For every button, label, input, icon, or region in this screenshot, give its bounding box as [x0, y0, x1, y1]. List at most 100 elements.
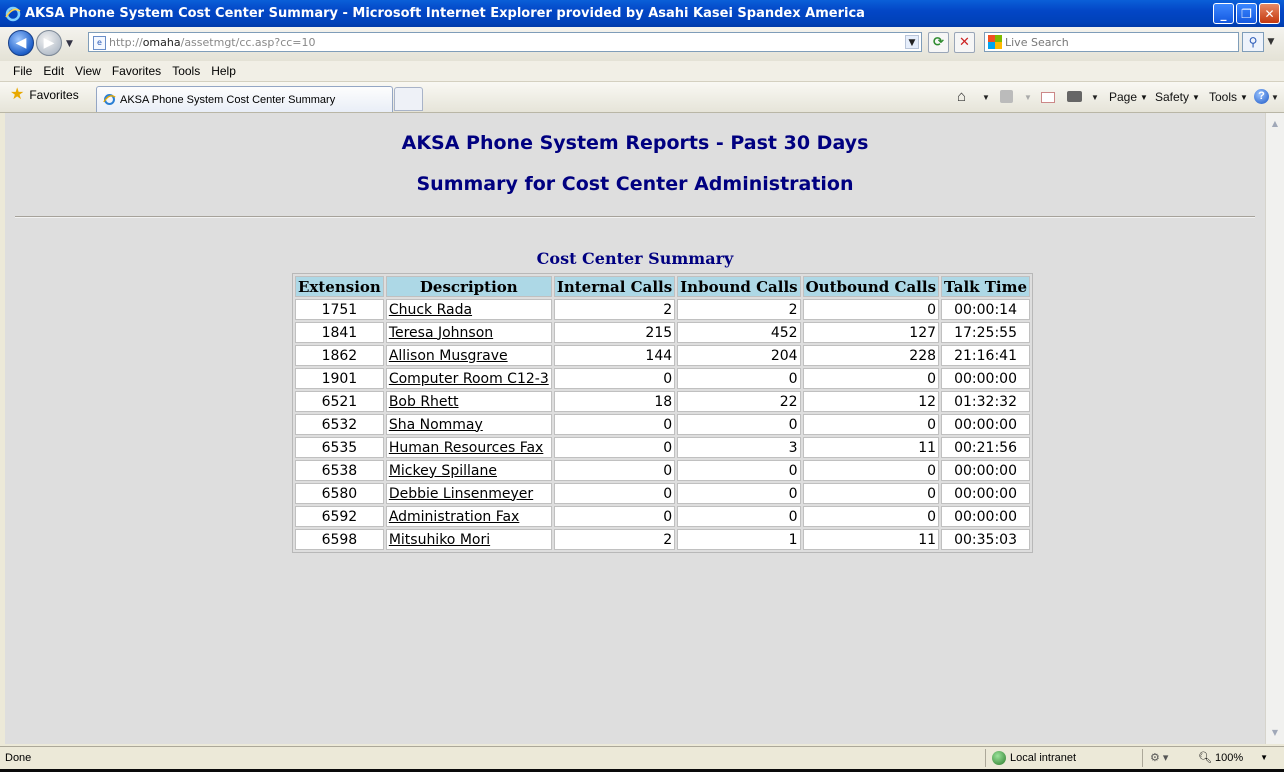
- menu-help[interactable]: Help: [211, 64, 236, 78]
- column-header-extension: Extension: [295, 276, 384, 297]
- page-content: AKSA Phone System Reports - Past 30 Days…: [5, 113, 1265, 744]
- description-link[interactable]: Bob Rhett: [389, 394, 459, 410]
- back-button[interactable]: ◀: [8, 30, 34, 56]
- cell-talk-time: 00:00:00: [941, 460, 1031, 481]
- description-link[interactable]: Debbie Linsenmeyer: [389, 486, 533, 502]
- safety-menu-button[interactable]: Safety ▼: [1155, 90, 1200, 104]
- cell-inbound-calls: 3: [677, 437, 801, 458]
- close-button[interactable]: ✕: [1259, 3, 1280, 24]
- cell-outbound-calls: 11: [802, 437, 940, 458]
- description-link[interactable]: Teresa Johnson: [389, 325, 493, 341]
- minimize-button[interactable]: _: [1213, 3, 1234, 24]
- search-options-dropdown[interactable]: ▼: [1265, 32, 1277, 52]
- home-dropdown[interactable]: ▼: [982, 93, 990, 102]
- page-subheading: Summary for Cost Center Administration: [416, 173, 854, 195]
- column-header-talk-time: Talk Time: [941, 276, 1031, 297]
- cell-outbound-calls: 228: [802, 345, 940, 366]
- cell-extension: 1862: [295, 345, 384, 366]
- cell-talk-time: 00:00:00: [941, 414, 1031, 435]
- table-row: 1751 Chuck Rada 2 2 0 00:00:14: [295, 299, 1031, 320]
- cell-outbound-calls: 12: [802, 391, 940, 412]
- address-dropdown-button[interactable]: ▼: [905, 35, 919, 49]
- cell-internal-calls: 0: [553, 414, 676, 435]
- cell-outbound-calls: 0: [802, 483, 940, 504]
- refresh-button[interactable]: ⟳: [928, 32, 949, 53]
- page-icon: e: [93, 36, 106, 50]
- cell-talk-time: 00:21:56: [941, 437, 1031, 458]
- chevron-down-icon: ▼: [1260, 753, 1269, 762]
- description-link[interactable]: Allison Musgrave: [389, 348, 508, 364]
- cell-internal-calls: 0: [553, 437, 676, 458]
- zoom-control[interactable]: 🔍︎ 100% ▼: [1198, 751, 1269, 765]
- cell-description: Mitsuhiko Mori: [385, 529, 552, 550]
- cell-description: Computer Room C12-3: [385, 368, 552, 389]
- cell-talk-time: 00:00:00: [941, 506, 1031, 527]
- description-link[interactable]: Computer Room C12-3: [389, 371, 549, 387]
- menu-tools[interactable]: Tools: [172, 64, 200, 78]
- cell-description: Bob Rhett: [385, 391, 552, 412]
- zoom-level: 100%: [1214, 751, 1244, 764]
- forward-button[interactable]: ▶: [36, 30, 62, 56]
- new-tab-button[interactable]: [394, 87, 423, 111]
- ie-tab-icon: [103, 94, 116, 105]
- cell-inbound-calls: 0: [677, 506, 801, 527]
- menu-file[interactable]: File: [13, 64, 32, 78]
- table-caption: Cost Center Summary: [536, 249, 734, 268]
- description-link[interactable]: Administration Fax: [389, 509, 520, 525]
- protected-mode-icon[interactable]: ⚙ ▾: [1150, 751, 1168, 764]
- print-dropdown[interactable]: ▼: [1091, 93, 1099, 102]
- favorites-button[interactable]: ★ Favorites: [10, 87, 79, 103]
- vertical-scrollbar[interactable]: ▲ ▼: [1265, 113, 1284, 744]
- maximize-button[interactable]: ❐: [1236, 3, 1257, 24]
- cell-extension: 6532: [295, 414, 384, 435]
- description-link[interactable]: Mitsuhiko Mori: [389, 532, 490, 548]
- description-link[interactable]: Chuck Rada: [389, 302, 472, 318]
- cell-internal-calls: 0: [553, 368, 676, 389]
- table-header-row: Extension Description Internal Calls Inb…: [295, 276, 1031, 297]
- cell-extension: 1901: [295, 368, 384, 389]
- search-input[interactable]: Live Search: [984, 32, 1239, 52]
- tools-menu-button[interactable]: Tools ▼: [1209, 90, 1248, 104]
- menu-view[interactable]: View: [75, 64, 101, 78]
- column-header-outbound: Outbound Calls: [802, 276, 940, 297]
- description-link[interactable]: Mickey Spillane: [389, 463, 497, 479]
- cell-talk-time: 21:16:41: [941, 345, 1031, 366]
- home-icon[interactable]: ⌂: [957, 88, 966, 105]
- zone-label: Local intranet: [1010, 752, 1077, 764]
- cell-outbound-calls: 11: [802, 529, 940, 550]
- help-icon[interactable]: ?: [1254, 89, 1269, 104]
- status-divider: [1142, 749, 1143, 767]
- cell-outbound-calls: 0: [802, 414, 940, 435]
- mail-icon[interactable]: [1041, 92, 1055, 103]
- feeds-dropdown[interactable]: ▼: [1024, 93, 1032, 102]
- address-field[interactable]: e http://omaha/assetmgt/cc.asp?cc=10 ▼: [88, 32, 922, 52]
- tab-active[interactable]: AKSA Phone System Cost Center Summary: [96, 86, 393, 112]
- printer-icon[interactable]: [1067, 91, 1082, 102]
- menu-bar: File Edit View Favorites Tools Help: [0, 61, 1284, 82]
- window-titlebar[interactable]: AKSA Phone System Cost Center Summary - …: [0, 0, 1284, 27]
- table-row: 6521 Bob Rhett 18 22 12 01:32:32: [295, 391, 1031, 412]
- security-zone[interactable]: Local intranet: [992, 751, 1076, 765]
- cell-description: Mickey Spillane: [385, 460, 552, 481]
- scroll-down-icon[interactable]: ▼: [1268, 726, 1282, 740]
- stop-button[interactable]: ✕: [954, 32, 975, 53]
- menu-favorites[interactable]: Favorites: [112, 64, 161, 78]
- rss-feed-icon[interactable]: [1000, 90, 1013, 103]
- description-link[interactable]: Human Resources Fax: [389, 440, 544, 456]
- cell-description: Administration Fax: [385, 506, 552, 527]
- menu-edit[interactable]: Edit: [43, 64, 64, 78]
- scroll-up-icon[interactable]: ▲: [1268, 117, 1282, 131]
- cell-description: Allison Musgrave: [385, 345, 552, 366]
- description-link[interactable]: Sha Nommay: [389, 417, 483, 433]
- recent-pages-dropdown[interactable]: ▼: [66, 39, 73, 49]
- horizontal-rule: [15, 216, 1255, 218]
- cell-talk-time: 01:32:32: [941, 391, 1031, 412]
- column-header-description: Description: [385, 276, 552, 297]
- cell-talk-time: 00:00:00: [941, 483, 1031, 504]
- help-dropdown[interactable]: ▼: [1271, 93, 1279, 102]
- status-bar: Done Local intranet ⚙ ▾ 🔍︎ 100% ▼: [0, 746, 1284, 770]
- cell-internal-calls: 0: [553, 460, 676, 481]
- page-menu-button[interactable]: Page ▼: [1109, 90, 1148, 104]
- chevron-down-icon: ▼: [1192, 92, 1200, 102]
- search-button[interactable]: ⚲: [1242, 32, 1264, 52]
